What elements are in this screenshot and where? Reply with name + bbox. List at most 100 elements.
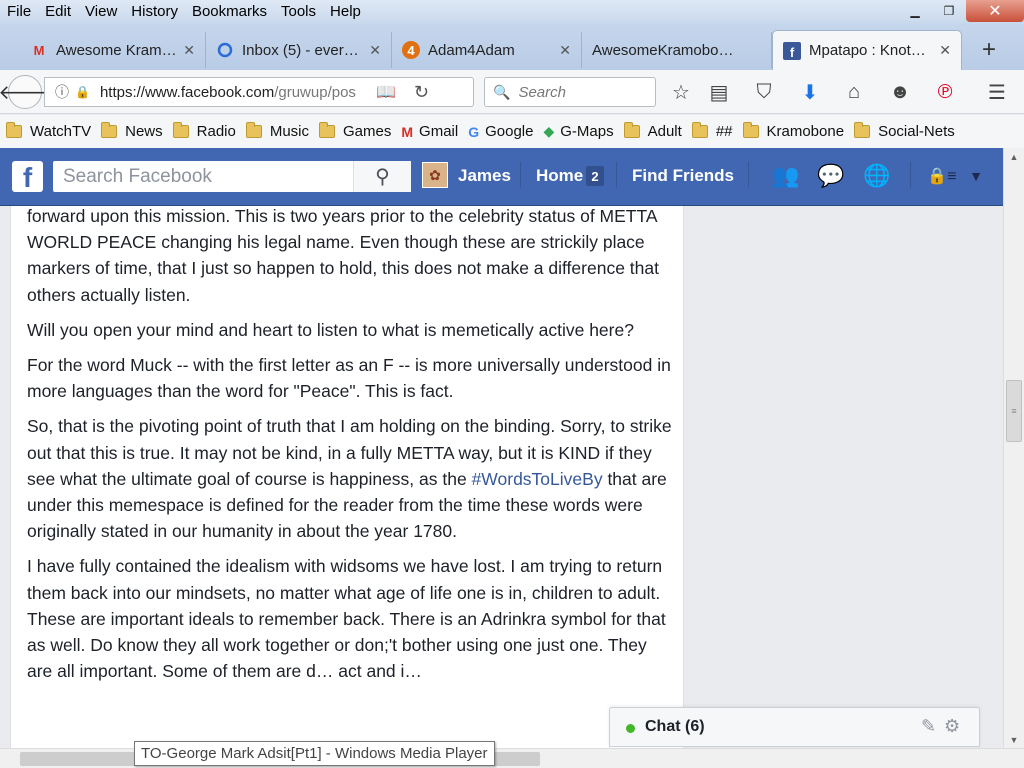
hashtag-link[interactable]: #WordsToLiveBy <box>472 469 603 489</box>
bookmark-radio[interactable]: Radio <box>172 122 236 140</box>
post-body: forward upon this mission. This is two y… <box>27 206 673 693</box>
messages-icon[interactable]: 💬 <box>815 162 847 190</box>
taskbar-tooltip: TO-George Mark Adsit[Pt1] - Windows Medi… <box>134 741 495 766</box>
menu-bookmarks[interactable]: Bookmarks <box>185 0 274 24</box>
search-icon: 🔍 <box>493 83 511 100</box>
menu-bar: File Edit View History Bookmarks Tools H… <box>0 0 1024 24</box>
back-button[interactable]: 🡐 <box>0 75 52 109</box>
folder-icon <box>6 122 22 138</box>
home-icon[interactable]: ⌂ <box>842 80 866 104</box>
gmail-icon: M <box>401 123 414 140</box>
bookmark-social-nets[interactable]: Social-Nets <box>854 122 955 140</box>
close-tab-icon[interactable]: ✕ <box>369 42 381 59</box>
gmail-icon: M <box>33 42 45 58</box>
minimize-icon[interactable]: ▁ <box>898 0 932 22</box>
bookmark-label: Social-Nets <box>878 123 955 140</box>
gear-icon[interactable]: ⚙ <box>944 716 960 737</box>
online-status-icon <box>626 724 635 733</box>
menu-history[interactable]: History <box>124 0 185 24</box>
info-icon[interactable]: ⓘ <box>55 82 69 102</box>
close-tab-icon[interactable]: ✕ <box>183 42 195 59</box>
home-link[interactable]: Home <box>536 166 583 186</box>
tab-gmail[interactable]: M Awesome Kram… ✕ <box>20 32 206 68</box>
scrollbar-thumb[interactable]: ≡ <box>1006 380 1022 442</box>
url-text[interactable]: https://www.facebook.com/gruwup/pos <box>100 84 368 101</box>
divider <box>616 162 617 188</box>
bookmarks-list-icon[interactable]: ▤ <box>707 80 731 104</box>
post-paragraph: I have fully contained the idealism with… <box>27 556 666 682</box>
bookmark-news[interactable]: News <box>101 122 163 140</box>
scroll-down-icon[interactable]: ▼ <box>1004 731 1024 748</box>
pinterest-icon[interactable]: ℗ <box>933 80 957 104</box>
privacy-shortcuts-icon[interactable]: 🔒≡ <box>926 162 958 190</box>
bookmark-kramobone[interactable]: Kramobone <box>742 122 845 140</box>
facebook-search-placeholder: Search Facebook <box>63 165 212 187</box>
reload-icon[interactable]: ↻ <box>414 82 429 103</box>
tab-mpatapo[interactable]: f Mpatapo : Knot… ✕ <box>772 30 962 70</box>
bookmark-label: Kramobone <box>766 123 845 140</box>
bookmark-google[interactable]: G Google <box>468 123 533 140</box>
friend-requests-icon[interactable]: 👥 <box>770 162 802 190</box>
bookmark-label: News <box>125 123 163 140</box>
folder-icon <box>623 122 640 138</box>
tab-title: Awesome Kram… <box>56 41 176 59</box>
menu-edit[interactable]: Edit <box>38 0 78 24</box>
close-tab-icon[interactable]: ✕ <box>559 42 571 59</box>
menu-file[interactable]: File <box>0 0 38 24</box>
news-feed: forward upon this mission. This is two y… <box>0 206 1003 768</box>
hamburger-menu-icon[interactable]: ☰ <box>985 80 1009 104</box>
tab-awesomekramobone[interactable]: AwesomeKramobo… <box>582 32 772 68</box>
profile-link[interactable]: James <box>458 166 511 186</box>
menu-view[interactable]: View <box>78 0 124 24</box>
new-message-icon[interactable]: ✎ <box>921 716 936 737</box>
browser-search-field[interactable]: 🔍 Search <box>484 77 656 107</box>
tab-title: Inbox (5) - ever… <box>242 41 359 59</box>
reader-view-icon[interactable]: 📖 <box>376 82 396 102</box>
menu-help[interactable]: Help <box>323 0 368 24</box>
account-dropdown-icon[interactable]: ▼ <box>960 162 992 190</box>
notifications-globe-icon[interactable]: 🌐 <box>861 162 893 190</box>
search-icon[interactable]: ⚲ <box>353 161 411 192</box>
mail-ring-icon <box>216 41 234 59</box>
facebook-search-input[interactable]: Search Facebook ⚲ <box>53 161 411 192</box>
post-paragraph: So, that is the pivoting point of truth … <box>27 413 673 544</box>
close-window-icon[interactable]: ✕ <box>966 0 1024 22</box>
bookmark-adult[interactable]: Adult <box>623 122 682 140</box>
url-domain: https://www.facebook.com <box>99 83 275 101</box>
maximize-icon[interactable]: ❐ <box>932 0 966 22</box>
download-icon[interactable]: ⬇ <box>798 80 822 104</box>
chat-tab[interactable]: Chat (6) ✎ ⚙ <box>609 707 980 747</box>
bookmark-star-icon[interactable]: ☆ <box>669 80 693 104</box>
bookmark-hash[interactable]: ## <box>691 122 733 140</box>
adam4adam-icon: 4 <box>402 41 420 59</box>
bookmark-label: WatchTV <box>30 123 92 140</box>
divider <box>520 162 521 188</box>
folder-icon <box>854 122 871 138</box>
close-tab-icon[interactable]: ✕ <box>939 42 951 59</box>
navigation-bar: 🡐 ⓘ 🔒 https://www.facebook.com/gruwup/po… <box>0 70 1024 114</box>
menu-tools[interactable]: Tools <box>274 0 323 24</box>
pocket-icon[interactable]: ⛉ <box>752 80 776 104</box>
scroll-up-icon[interactable]: ▲ <box>1004 148 1024 165</box>
tab-title: AwesomeKramobo… <box>592 41 734 59</box>
bookmark-games[interactable]: Games <box>319 122 391 140</box>
bookmark-label: Adult <box>647 123 682 140</box>
emoji-addon-icon[interactable]: ☻ <box>888 80 912 104</box>
facebook-logo-icon[interactable]: f <box>12 161 43 192</box>
bookmark-label: Radio <box>196 123 236 140</box>
vertical-scrollbar[interactable]: ▲ ≡ ▼ <box>1003 148 1024 748</box>
tab-adam4adam[interactable]: 4 Adam4Adam ✕ <box>392 32 582 68</box>
bookmark-gmail[interactable]: M Gmail <box>401 123 458 140</box>
search-placeholder: Search <box>518 83 566 101</box>
tab-inbox[interactable]: Inbox (5) - ever… ✕ <box>206 32 392 68</box>
url-bar[interactable]: ⓘ 🔒 https://www.facebook.com/gruwup/pos … <box>44 77 474 107</box>
bookmark-watchtv[interactable]: WatchTV <box>6 122 92 140</box>
bookmark-music[interactable]: Music <box>245 122 309 140</box>
find-friends-link[interactable]: Find Friends <box>632 166 734 186</box>
bookmark-gmaps[interactable]: ◆ G-Maps <box>543 123 613 140</box>
post-paragraph: forward upon this mission. This is two y… <box>27 206 659 305</box>
avatar[interactable]: ✿ <box>422 162 448 188</box>
url-path: /gruwup/pos <box>274 83 356 101</box>
new-tab-button[interactable]: + <box>982 36 996 64</box>
folder-icon <box>101 122 118 138</box>
